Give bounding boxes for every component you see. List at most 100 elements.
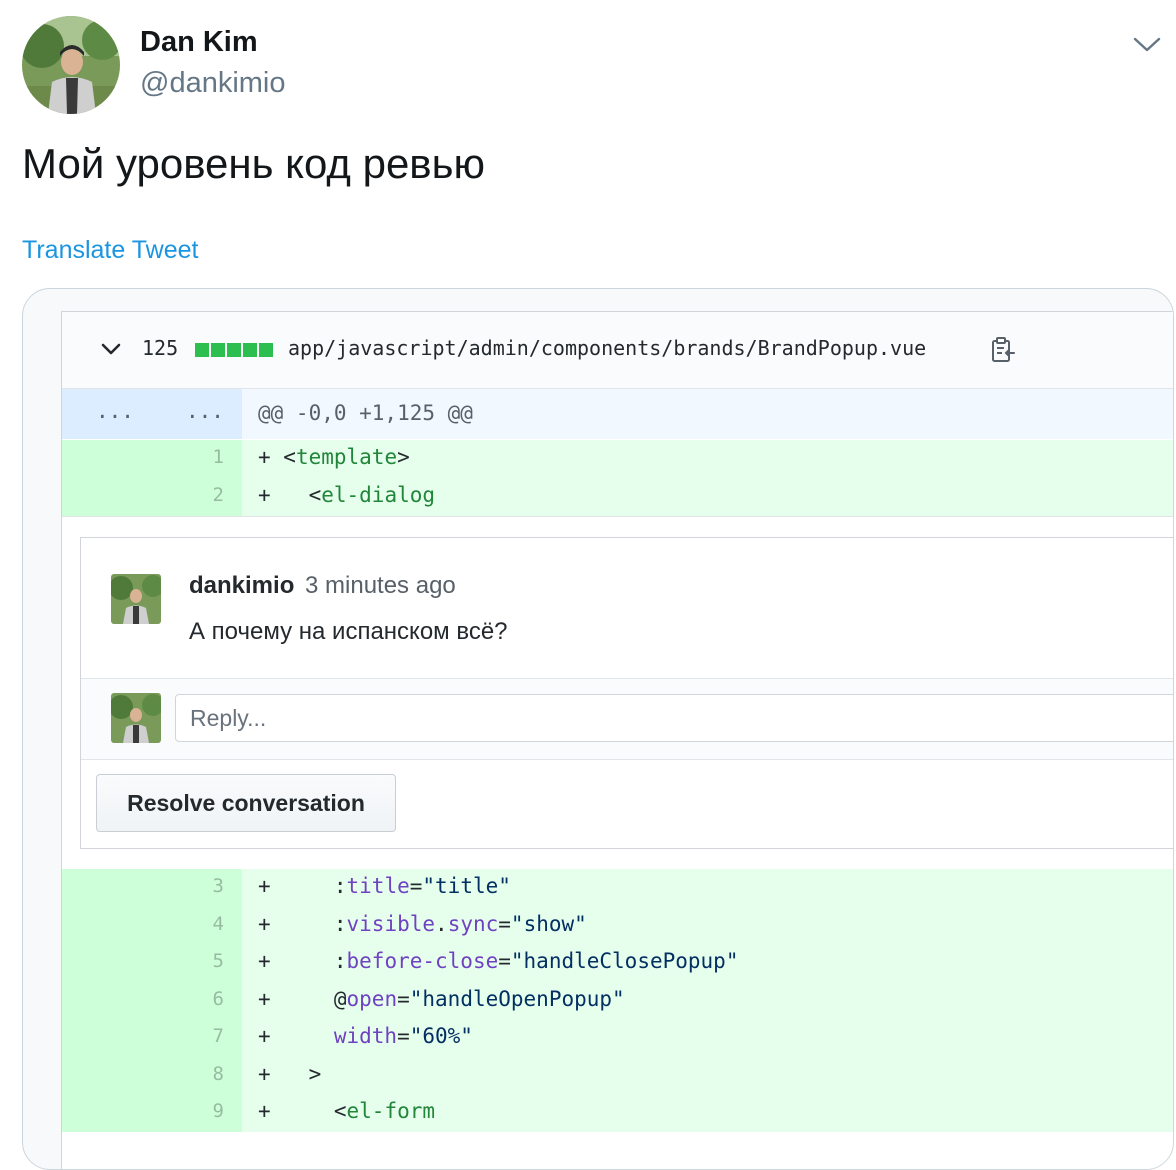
diff-marker: +	[258, 874, 334, 898]
comment-avatar[interactable]	[111, 574, 161, 624]
diff-file: 125 app/javascript/admin/components/bran…	[61, 311, 1173, 1169]
tweet-header: Dan Kim @dankimio	[22, 16, 1162, 116]
diffstat-block	[227, 343, 241, 357]
diff-marker: +	[258, 1061, 309, 1086]
clipboard-icon[interactable]	[990, 336, 1016, 364]
code-token: =	[397, 986, 410, 1011]
code-token: <	[308, 482, 322, 507]
code-token: template	[295, 445, 398, 469]
diffstat-block	[195, 343, 209, 357]
code-token: :	[333, 949, 347, 973]
avatar-photo	[22, 16, 120, 114]
hunk-header: ... ... @@ -0,0 +1,125 @@	[62, 389, 1173, 439]
code-text: + @open="handleOpenPopup"	[258, 987, 625, 1011]
expand-down-button[interactable]: ...	[186, 399, 224, 423]
file-path[interactable]: app/javascript/admin/components/brands/B…	[288, 336, 926, 360]
review-thread: dankimio 3 minutes ago А почему на испан…	[62, 516, 1173, 870]
code-token: before-close	[346, 949, 499, 973]
code-text: + :title="title"	[258, 874, 511, 898]
display-name[interactable]: Dan Kim	[140, 26, 258, 59]
code-token: <	[333, 1099, 347, 1123]
diff-marker: +	[258, 949, 334, 973]
code-token: :	[333, 911, 347, 936]
reply-avatar	[111, 693, 161, 743]
reply-strip	[81, 679, 1173, 759]
diffstat-bar	[195, 343, 273, 357]
code-text: + <el-dialog	[258, 483, 435, 507]
diff-marker: +	[258, 911, 334, 936]
code-token: el-form	[346, 1099, 436, 1123]
divider	[81, 759, 1173, 760]
tweet-text: Мой уровень код ревью	[22, 140, 486, 187]
tweet-media[interactable]: 125 app/javascript/admin/components/bran…	[22, 288, 1174, 1170]
line-number[interactable]: 7	[192, 1025, 224, 1047]
user-handle[interactable]: @dankimio	[140, 67, 286, 100]
diffstat-count: 125	[142, 336, 179, 360]
code-token: "60%"	[409, 1024, 473, 1048]
diff-line: 1 + <template>	[62, 440, 1173, 478]
diff-line: 3 + :title="title"	[62, 869, 1173, 907]
line-number[interactable]: 4	[192, 913, 224, 935]
diff-line: 5 + :before-close="handleClosePopup"	[62, 944, 1173, 982]
code-token: >	[397, 445, 410, 469]
code-text: + :before-close="handleClosePopup"	[258, 949, 738, 973]
code-text: + <template>	[258, 445, 410, 469]
resolve-conversation-button[interactable]: Resolve conversation	[96, 774, 396, 832]
expand-up-button[interactable]: ...	[96, 399, 134, 423]
comment-body: А почему на испанском всё?	[189, 618, 508, 645]
translate-tweet-link[interactable]: Translate Tweet	[22, 236, 198, 265]
line-number[interactable]: 8	[192, 1063, 224, 1085]
comment-timestamp[interactable]: 3 minutes ago	[305, 572, 456, 600]
diffstat-block	[259, 343, 273, 357]
code-token: el-dialog	[321, 482, 436, 507]
diff-marker: +	[258, 1099, 334, 1123]
line-number[interactable]: 3	[192, 875, 224, 897]
code-token: :	[333, 874, 347, 898]
code-token: =	[498, 911, 511, 936]
comment-author[interactable]: dankimio	[189, 572, 294, 600]
line-number[interactable]: 9	[192, 1100, 224, 1122]
reply-input[interactable]	[175, 694, 1173, 742]
code-token: .	[435, 911, 448, 936]
file-header: 125 app/javascript/admin/components/bran…	[62, 312, 1173, 389]
comment-box: dankimio 3 minutes ago А почему на испан…	[80, 537, 1173, 849]
code-token: width	[333, 1024, 398, 1048]
reply-avatar-photo	[111, 693, 161, 743]
code-token: title	[346, 874, 410, 898]
code-token: =	[397, 1024, 410, 1048]
chevron-down-icon[interactable]	[100, 341, 122, 357]
code-text: + >	[258, 1062, 321, 1086]
code-text: + <el-form	[258, 1099, 435, 1123]
chevron-down-icon[interactable]	[1132, 32, 1162, 56]
diff-line: 8 + >	[62, 1056, 1173, 1095]
code-token: "title"	[422, 874, 511, 898]
code-token: =	[498, 949, 511, 973]
diff-line: 6 + @open="handleOpenPopup"	[62, 981, 1173, 1020]
diff-marker: +	[258, 986, 334, 1011]
line-number[interactable]: 2	[192, 484, 224, 506]
line-number[interactable]: 1	[192, 446, 224, 468]
code-text: + :visible.sync="show"	[258, 912, 587, 936]
code-token: visible	[346, 911, 436, 936]
avatar[interactable]	[22, 16, 120, 114]
code-token: sync	[447, 911, 499, 936]
line-number[interactable]: 5	[192, 950, 224, 972]
diff-marker: +	[258, 482, 309, 507]
code-token: open	[346, 986, 398, 1011]
code-token: <	[283, 445, 296, 469]
diff-line: 7 + width="60%"	[62, 1019, 1173, 1057]
diffstat-block	[211, 343, 225, 357]
code-text: + width="60%"	[258, 1024, 473, 1048]
code-token: "handleOpenPopup"	[409, 986, 625, 1011]
code-token: "handleClosePopup"	[510, 949, 739, 973]
code-token: >	[308, 1061, 322, 1086]
diff-line: 2 + <el-dialog	[62, 477, 1173, 516]
diff-marker: +	[258, 445, 284, 469]
diff-line: 9 + <el-form	[62, 1094, 1173, 1132]
code-token: "show"	[510, 911, 587, 936]
line-number[interactable]: 6	[192, 988, 224, 1010]
diff-line: 4 + :visible.sync="show"	[62, 906, 1173, 945]
comment-avatar-photo	[111, 574, 161, 624]
code-token: =	[409, 874, 423, 898]
hunk-range: @@ -0,0 +1,125 @@	[258, 401, 473, 425]
